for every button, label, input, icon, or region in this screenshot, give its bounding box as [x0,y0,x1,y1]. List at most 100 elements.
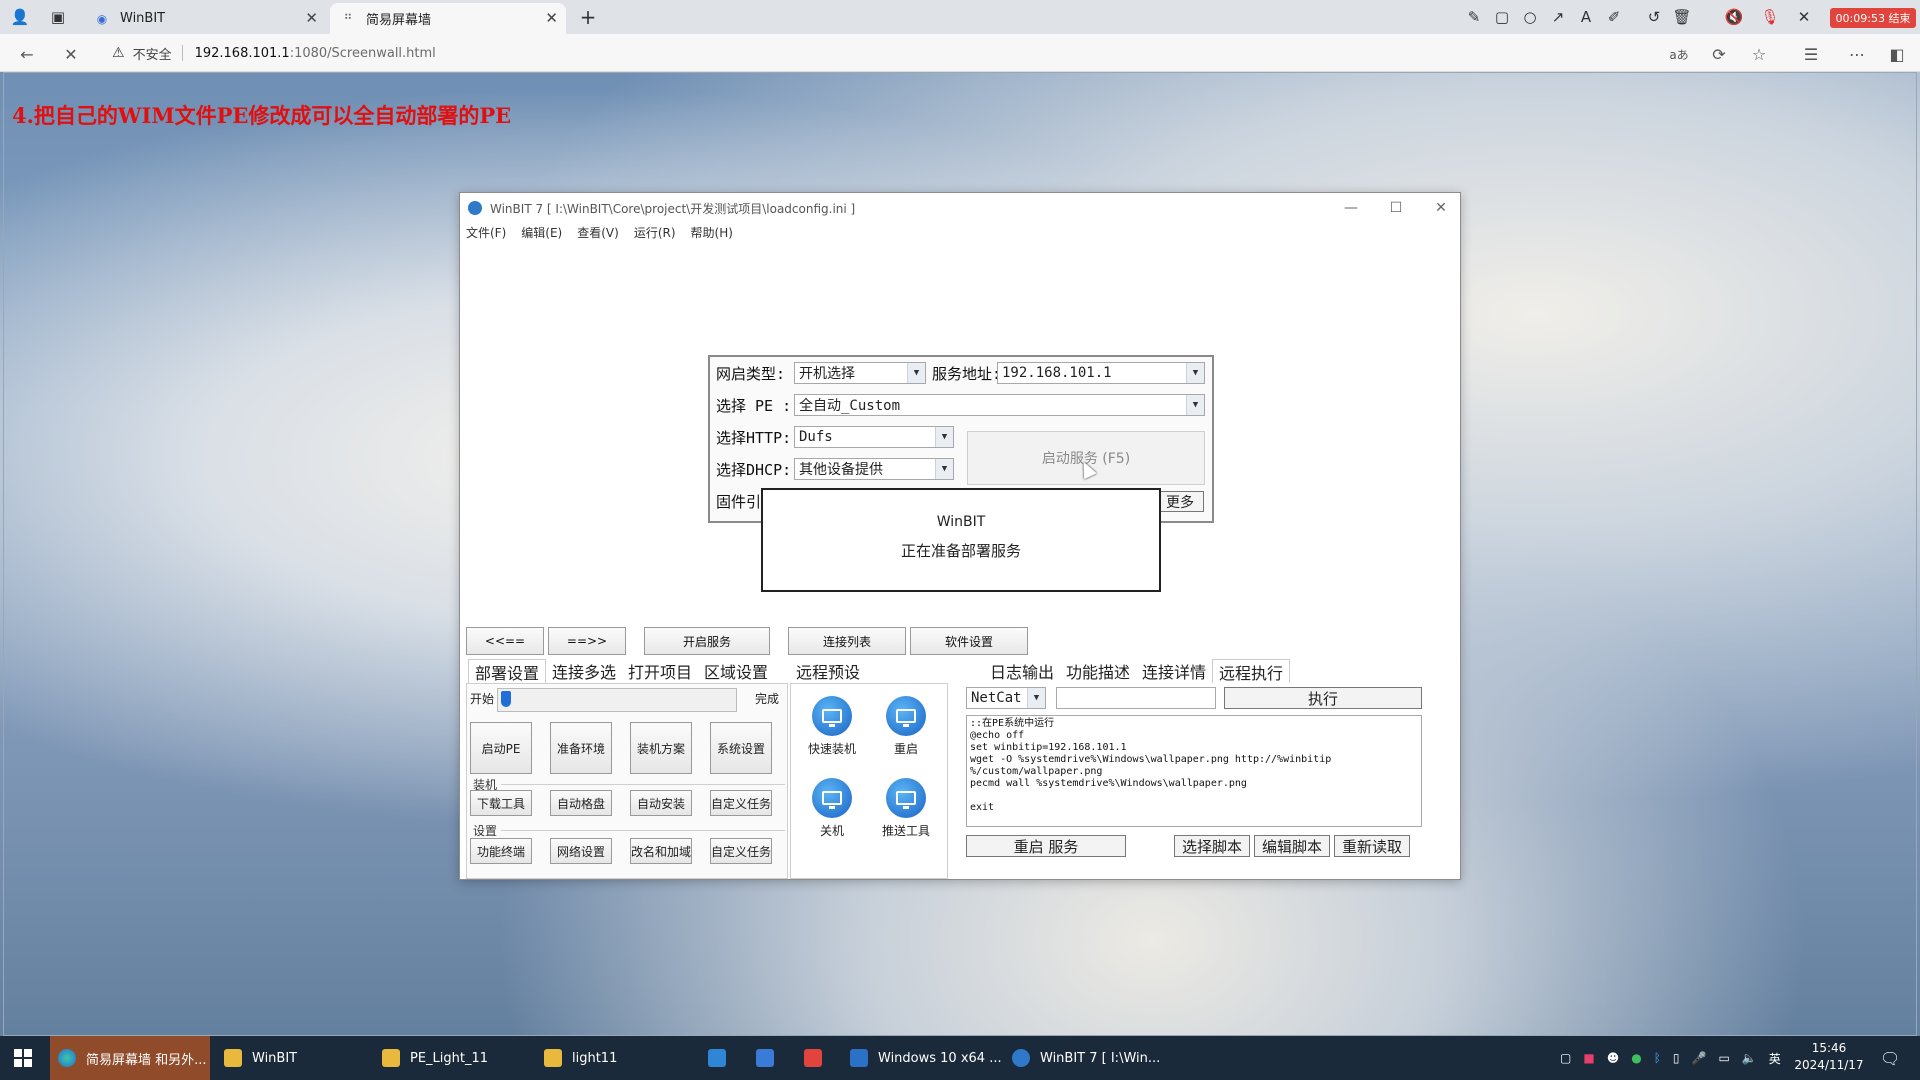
mic-off-icon[interactable]: 🎙 [1760,7,1780,27]
tab-region-settings[interactable]: 区域设置 [698,659,774,684]
refresh-sync-icon[interactable]: ⟳ [1708,43,1730,65]
text-icon[interactable]: A [1576,7,1596,27]
auto-install-button[interactable]: 自动安装 [630,790,692,816]
tray-window-icon[interactable]: ▢ [1560,1051,1571,1065]
tab-log-output[interactable]: 日志输出 [984,659,1060,684]
shutdown-action[interactable]: 关机 [797,778,867,839]
menu-view[interactable]: 查看(V) [577,224,626,241]
next-button[interactable]: ==>> [548,627,626,655]
volume-icon[interactable]: 🔈 [1742,1051,1757,1065]
window-close-icon[interactable]: ✕ [1430,198,1452,218]
tray-green-icon[interactable]: ● [1631,1051,1641,1065]
tab-actions-icon[interactable]: ▣ [48,7,68,27]
trash-icon[interactable]: 🗑 [1672,7,1692,27]
pe-select[interactable]: 全自动_Custom ▼ [794,394,1205,416]
function-terminal-button[interactable]: 功能终端 [470,838,532,864]
highlight-icon[interactable]: ✐ [1604,7,1624,27]
tray-app-icon[interactable]: ■ [1583,1051,1594,1065]
network-settings-button[interactable]: 网络设置 [550,838,612,864]
restart-service-button[interactable]: 重启 服务 [966,835,1126,857]
mute-icon[interactable]: 🔇 [1724,7,1744,27]
rect-icon[interactable]: ▢ [1492,7,1512,27]
browser-tab-screenwall[interactable]: ⠛ 简易屏幕墙 ✕ [330,3,566,34]
connect-list-button[interactable]: 连接列表 [788,627,906,655]
menu-file[interactable]: 文件(F) [466,224,513,241]
tab-remote-exec[interactable]: 远程执行 [1212,659,1291,684]
undo-icon[interactable]: ↺ [1644,7,1664,27]
menu-edit[interactable]: 编辑(E) [521,224,569,241]
reboot-action[interactable]: 重启 [871,696,941,757]
push-tools-action[interactable]: 推送工具 [871,778,941,839]
custom-task-button[interactable]: 自定义任务 [710,790,772,816]
tool-select[interactable]: NetCat ▼ [966,687,1046,709]
mic-icon[interactable]: 🎤 [1692,1051,1707,1065]
taskbar-item-edge[interactable]: 简易屏幕墙 和另外... [50,1036,210,1080]
taskbar-mail[interactable] [700,1036,736,1080]
auto-format-button[interactable]: 自动格盘 [550,790,612,816]
menu-help[interactable]: 帮助(H) [691,224,740,241]
url-field[interactable]: ⚠ 不安全 192.168.101.1:1080/Screenwall.html [112,40,436,66]
favorites-icon[interactable]: ☰ [1800,43,1822,65]
http-select[interactable]: Dufs ▼ [794,426,954,448]
bluetooth-icon[interactable]: ᛒ [1654,1051,1661,1065]
tab-open-project[interactable]: 打开项目 [622,659,698,684]
circle-icon[interactable]: ○ [1520,7,1540,27]
windows-start-icon[interactable] [14,1049,32,1067]
custom-task-button-2[interactable]: 自定义任务 [710,838,772,864]
tab-connect-detail[interactable]: 连接详情 [1136,659,1212,684]
execute-button[interactable]: 执行 [1224,687,1422,709]
read-aloud-icon[interactable]: aあ [1668,43,1690,65]
edit-script-button[interactable]: 编辑脚本 [1254,835,1330,857]
quick-install-action[interactable]: 快速装机 [797,696,867,757]
record-stop-badge[interactable]: 00:09:53 结束 [1830,8,1916,28]
favorite-star-icon[interactable]: ☆ [1748,43,1770,65]
pen-icon[interactable]: ✎ [1464,7,1484,27]
tab-remote-preset[interactable]: 远程预设 [790,659,866,683]
download-tools-button[interactable]: 下载工具 [470,790,532,816]
taskbar-store[interactable] [748,1036,784,1080]
maximize-icon[interactable]: ☐ [1385,198,1407,218]
taskbar-item-winbit7[interactable]: WinBIT 7 [ I:\Win... [1004,1036,1164,1080]
taskbar-wps[interactable] [796,1036,832,1080]
taskbar-item-winbit-folder[interactable]: WinBIT [216,1036,366,1080]
profile-icon[interactable]: 👤 [10,7,30,27]
tab-deploy-settings[interactable]: 部署设置 [468,659,547,684]
minimize-icon[interactable]: — [1340,198,1362,218]
start-pe-button[interactable]: 启动PE [470,722,532,774]
deploy-progress-slider[interactable] [497,688,737,712]
prev-button[interactable]: <<== [466,627,544,655]
sidebar-icon[interactable]: ◧ [1886,43,1908,65]
back-icon[interactable]: ← [16,43,38,65]
more-menu-icon[interactable]: ⋯ [1846,43,1868,65]
command-input[interactable] [1056,687,1216,709]
more-button[interactable]: 更多 [1156,491,1204,512]
open-service-button[interactable]: 开启服务 [644,627,770,655]
battery-icon[interactable]: ▭ [1718,1051,1729,1065]
tab-close-icon[interactable]: ✕ [545,9,558,27]
script-editor[interactable]: ::在PE系统中运行 @echo off set winbitip=192.16… [966,715,1422,827]
tab-close-icon[interactable]: ✕ [305,9,318,27]
taskbar-item-pe-light[interactable]: PE_Light_11 [374,1036,524,1080]
stop-loading-icon[interactable]: ✕ [60,43,82,65]
tray-qq-icon[interactable]: ☻ [1607,1051,1620,1065]
taskbar-item-light11[interactable]: light11 [536,1036,676,1080]
server-address-select[interactable]: 192.168.101.1 ▼ [997,362,1205,384]
reload-button[interactable]: 重新读取 [1334,835,1410,857]
close-icon[interactable]: ✕ [1794,7,1814,27]
tab-function-desc[interactable]: 功能描述 [1060,659,1136,684]
select-script-button[interactable]: 选择脚本 [1174,835,1250,857]
slider-thumb[interactable] [501,691,511,707]
new-tab-icon[interactable]: + [578,5,598,29]
tab-multi-connect[interactable]: 连接多选 [546,659,622,684]
notification-icon[interactable]: 🗨 [1880,1036,1900,1080]
software-settings-button[interactable]: 软件设置 [910,627,1028,655]
browser-tab-winbit[interactable]: ◉ WinBIT ✕ [84,3,326,34]
usb-icon[interactable]: ▯ [1673,1051,1680,1065]
install-plan-button[interactable]: 装机方案 [630,722,692,774]
taskbar-clock[interactable]: 15:46 2024/11/17 [1794,1040,1864,1074]
menu-run[interactable]: 运行(R) [634,224,683,241]
rename-domain-button[interactable]: 改名和加域 [630,838,692,864]
prepare-env-button[interactable]: 准备环境 [550,722,612,774]
dhcp-select[interactable]: 其他设备提供 ▼ [794,458,954,480]
ime-indicator[interactable]: 英 [1769,1050,1781,1067]
